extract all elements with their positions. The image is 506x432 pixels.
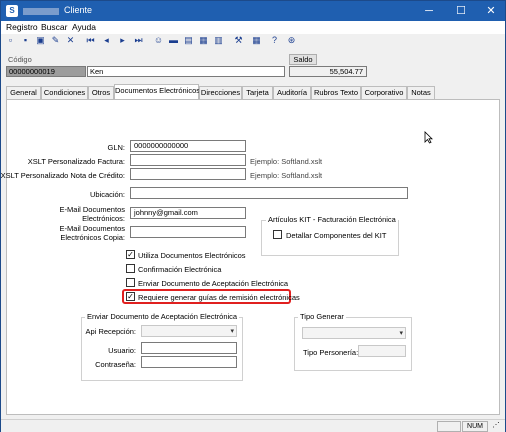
- xslt-factura-label: XSLT Personalizado Factura:: [27, 157, 125, 166]
- aceptacion-group-title: Enviar Documento de Aceptación Electróni…: [85, 312, 240, 321]
- tipo-generar-group: [294, 317, 412, 371]
- tab-auditoria[interactable]: Auditoría: [273, 86, 311, 99]
- ubicacion-input[interactable]: [130, 187, 408, 199]
- tab-general[interactable]: General: [6, 86, 41, 99]
- mouse-cursor-icon: [424, 131, 433, 144]
- clipboard-icon[interactable]: ▤: [183, 35, 194, 46]
- tab-otros[interactable]: Otros: [88, 86, 114, 99]
- chevron-down-icon: ▾: [230, 328, 234, 335]
- calculator-icon[interactable]: ▦: [251, 35, 262, 46]
- tipo-personeria-label: Tipo Personería:: [303, 348, 359, 357]
- codigo-label: Código: [8, 55, 32, 64]
- detallar-kit-checkbox[interactable]: [273, 230, 282, 239]
- email-copia-label-line2: Electrónicos Copia:: [60, 233, 125, 242]
- title-redacted: [23, 8, 59, 15]
- tools-icon[interactable]: ⚒: [233, 35, 244, 46]
- first-record-icon[interactable]: ⏮: [85, 35, 96, 46]
- menu-bar: Registro Buscar Ayuda: [1, 21, 505, 34]
- email-label-line2: Electrónicos:: [82, 214, 125, 223]
- tipo-generar-select[interactable]: ▾: [302, 327, 406, 339]
- requiere-guias-label: Requiere generar guías de remisión elect…: [138, 293, 300, 302]
- tab-condiciones[interactable]: Condiciones: [41, 86, 88, 99]
- status-bar: NUM ⋰: [1, 419, 505, 432]
- resize-grip-icon[interactable]: ⋰: [489, 421, 503, 432]
- xslt-factura-hint: Ejemplo: Softland.xslt: [250, 157, 323, 166]
- saldo-field: 55,504.77: [289, 66, 367, 77]
- usuario-input[interactable]: [141, 342, 237, 354]
- confirmacion-label: Confirmación Electrónica: [138, 265, 222, 274]
- nombre-field[interactable]: Ken: [87, 66, 285, 77]
- codigo-field[interactable]: 00000000019: [6, 66, 86, 77]
- chevron-down-icon: ▾: [399, 330, 403, 337]
- gln-label: GLN:: [107, 143, 125, 152]
- tab-rubros-texto[interactable]: Rubros Texto: [311, 86, 361, 99]
- tipo-personeria-input[interactable]: [358, 345, 406, 357]
- user-icon[interactable]: ☺: [153, 35, 164, 46]
- status-cell-empty: [437, 421, 461, 432]
- contrasena-input[interactable]: [141, 356, 237, 368]
- menu-registro[interactable]: Registro: [6, 22, 38, 32]
- usuario-label: Usuario:: [108, 346, 136, 355]
- toolbar: ▫ ▪ ▣ ✎ ✕ ⏮ ◂ ▸ ⏭ ☺ ▬ ▤ ▦ ▥ ⚒ ▦ ? ⊛: [1, 34, 505, 48]
- print-icon[interactable]: ▬: [168, 35, 179, 46]
- enviar-aceptacion-label: Enviar Documento de Aceptación Electróni…: [138, 279, 289, 288]
- contrasena-label: Contraseña:: [95, 360, 136, 369]
- xslt-nota-input[interactable]: [130, 168, 246, 180]
- email-input[interactable]: johnny@gmail.com: [130, 207, 246, 219]
- attach-icon[interactable]: ▥: [213, 35, 224, 46]
- kit-group-title: Artículos KIT - Facturación Electrónica: [266, 215, 398, 224]
- email-label-line1: E-Mail Documentos: [59, 205, 125, 214]
- menu-buscar[interactable]: Buscar: [41, 22, 67, 32]
- refresh-icon[interactable]: ⊛: [286, 35, 297, 46]
- cliente-window: S Cliente ─ ☐ ✕ Registro Buscar Ayuda ▫ …: [0, 0, 506, 432]
- help-icon[interactable]: ?: [269, 35, 280, 46]
- documentos-electronicos-panel: GLN: 0000000000000 XSLT Personalizado Fa…: [1, 99, 500, 415]
- menu-ayuda[interactable]: Ayuda: [72, 22, 96, 32]
- email-copia-input[interactable]: [130, 226, 246, 238]
- edit-icon[interactable]: ✎: [50, 35, 61, 46]
- api-recepcion-label: Api Recepción:: [85, 327, 136, 336]
- utiliza-documentos-checkbox[interactable]: ✓: [126, 250, 135, 259]
- window-title: Cliente: [64, 5, 93, 15]
- tipo-generar-title: Tipo Generar: [298, 312, 346, 321]
- api-recepcion-select[interactable]: ▾: [141, 325, 237, 337]
- enviar-aceptacion-checkbox[interactable]: [126, 278, 135, 287]
- previous-record-icon[interactable]: ◂: [101, 35, 112, 46]
- saldo-button[interactable]: Saldo: [289, 54, 317, 65]
- tab-corporativo[interactable]: Corporativo: [361, 86, 407, 99]
- tab-tarjeta[interactable]: Tarjeta: [242, 86, 273, 99]
- maximize-button[interactable]: ☐: [446, 1, 476, 21]
- confirmacion-checkbox[interactable]: [126, 264, 135, 273]
- xslt-factura-input[interactable]: [130, 154, 246, 166]
- last-record-icon[interactable]: ⏭: [133, 35, 144, 46]
- next-record-icon[interactable]: ▸: [117, 35, 128, 46]
- save-close-icon[interactable]: ▣: [35, 35, 46, 46]
- email-copia-label-line1: E-Mail Documentos: [59, 224, 125, 233]
- gln-input[interactable]: 0000000000000: [130, 140, 246, 152]
- tab-documentos-electronicos[interactable]: Documentos Electrónicos: [114, 84, 200, 99]
- utiliza-documentos-label: Utiliza Documentos Electrónicos: [138, 251, 246, 260]
- app-icon: S: [6, 5, 18, 17]
- save-icon[interactable]: ▪: [20, 35, 31, 46]
- xslt-nota-hint: Ejemplo: Softland.xslt: [250, 171, 323, 180]
- minimize-button[interactable]: ─: [414, 1, 444, 21]
- grid-icon[interactable]: ▦: [198, 35, 209, 46]
- close-button[interactable]: ✕: [476, 1, 506, 21]
- tab-notas[interactable]: Notas: [407, 86, 435, 99]
- ubicacion-label: Ubicación:: [89, 190, 125, 199]
- delete-icon[interactable]: ✕: [65, 35, 76, 46]
- requiere-guias-checkbox[interactable]: ✓: [126, 292, 135, 301]
- title-bar[interactable]: S Cliente ─ ☐ ✕: [1, 1, 505, 21]
- detallar-kit-label: Detallar Componentes del KIT: [286, 231, 387, 240]
- xslt-nota-label: XSLT Personalizado Nota de Crédito:: [0, 171, 125, 180]
- tab-direcciones[interactable]: Direcciones: [199, 86, 242, 99]
- new-icon[interactable]: ▫: [5, 35, 16, 46]
- num-lock-indicator: NUM: [462, 421, 488, 432]
